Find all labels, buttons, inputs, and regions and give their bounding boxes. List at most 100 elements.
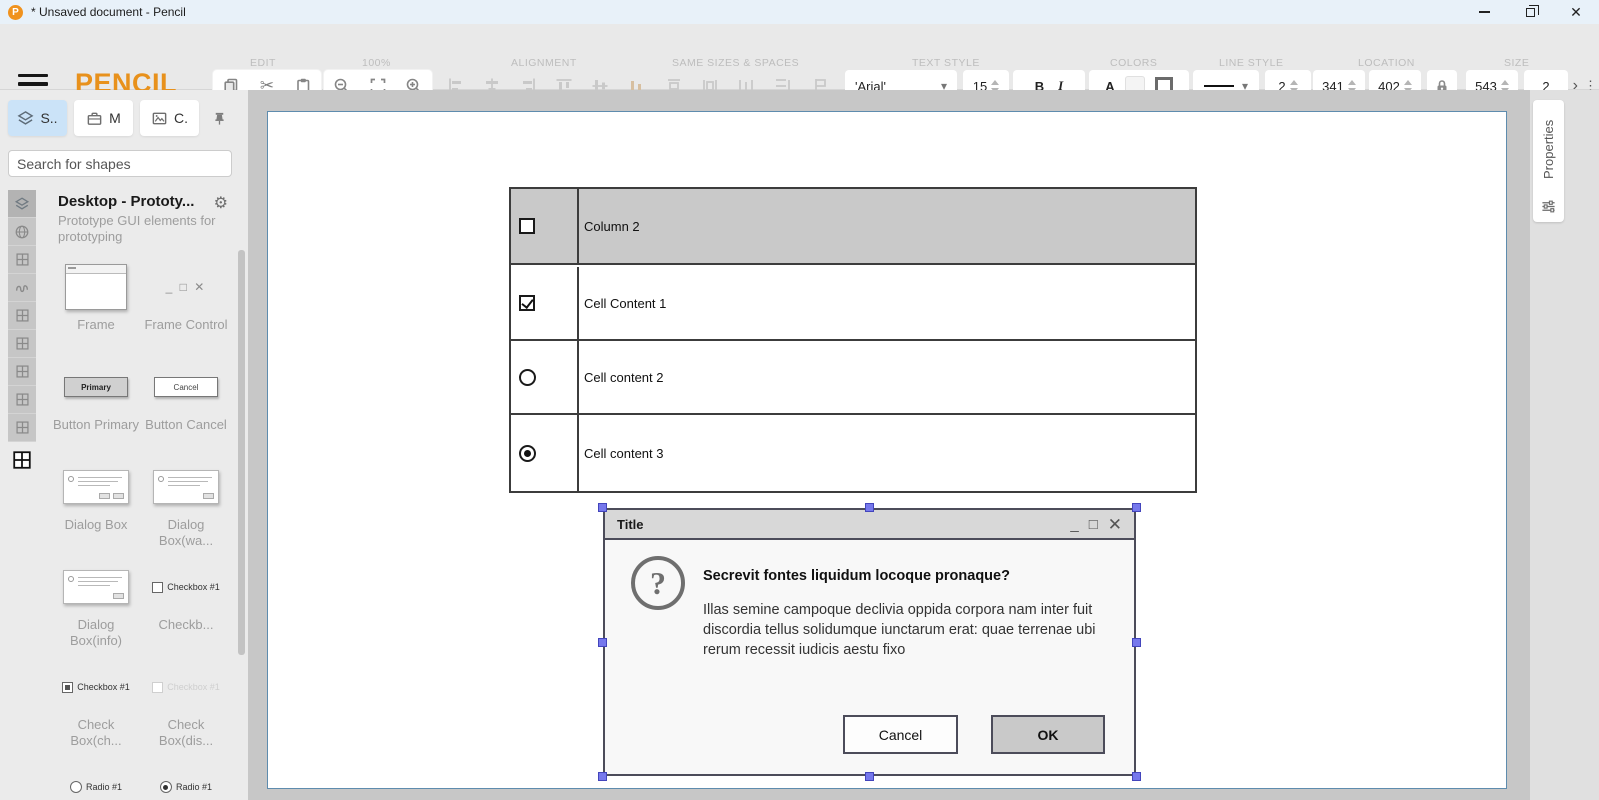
shape-button-primary[interactable]: Primary Button Primary <box>52 353 140 453</box>
shape-label: Check Box(dis... <box>142 717 230 749</box>
table-row[interactable]: Cell content 3 <box>511 415 1195 491</box>
button-primary-thumbnail: Primary <box>64 377 128 397</box>
pencil-logo-icon: P <box>8 5 23 20</box>
selection-handle-sw[interactable] <box>598 772 607 781</box>
tab-clipart[interactable]: C. <box>140 100 199 136</box>
row-radio-checked[interactable] <box>519 445 536 462</box>
shape-label: Frame Control <box>144 317 227 333</box>
minimize-button[interactable] <box>1461 0 1507 24</box>
layers-icon <box>14 196 30 212</box>
sidebar-scrollbar[interactable] <box>238 250 245 655</box>
collection-gui-5[interactable] <box>8 386 36 414</box>
dialog-box-info-thumbnail <box>63 570 129 604</box>
collection-desktop-prototype[interactable] <box>8 446 36 474</box>
grid-icon <box>15 308 30 323</box>
shape-dialog-box-info[interactable]: Dialog Box(info) <box>52 553 140 653</box>
dialog-title: Title <box>617 517 644 532</box>
properties-tab[interactable]: Properties <box>1533 100 1564 222</box>
dialog-titlebar[interactable]: Title _ □ ✕ <box>605 510 1134 540</box>
shape-label: Button Primary <box>53 417 139 433</box>
collection-gui-1[interactable] <box>8 246 36 274</box>
dialog-close-icon: ✕ <box>1108 516 1122 533</box>
dialog-maximize-icon: □ <box>1089 517 1098 532</box>
close-icon: ✕ <box>1570 5 1582 19</box>
shape-label: Dialog Box(wa... <box>142 517 230 549</box>
tab-my-stuff[interactable]: M <box>74 100 133 136</box>
shape-label: Check Box(ch... <box>52 717 140 749</box>
canvas-area[interactable]: Column 2 Cell Content 1 Cell content 2 C… <box>248 90 1530 800</box>
shape-label: Button Cancel <box>145 417 227 433</box>
tab-shapes-label: S.. <box>40 110 57 126</box>
table-row[interactable]: Cell Content 1 <box>511 267 1195 341</box>
header-checkbox[interactable] <box>519 218 535 234</box>
window-title: * Unsaved document - Pencil <box>31 5 186 19</box>
shape-radio[interactable]: Radio #1 <box>52 753 140 800</box>
line-style-sample <box>1204 85 1234 88</box>
shape-checkbox[interactable]: Checkbox #1 Checkb... <box>142 553 230 653</box>
grid-icon <box>12 450 32 470</box>
section-label-same-sizes: SAME SIZES & SPACES <box>672 57 799 69</box>
collection-web-elements[interactable] <box>8 218 36 246</box>
row-radio-unchecked[interactable] <box>519 369 536 386</box>
section-label-zoom: 100% <box>362 57 391 69</box>
dialog-box-warning-thumbnail <box>153 470 219 504</box>
collection-sketchy[interactable] <box>8 274 36 302</box>
dialog-box-thumbnail <box>63 470 129 504</box>
checkbox-checked-thumbnail: Checkbox #1 <box>62 682 130 693</box>
collection-gui-2[interactable] <box>8 302 36 330</box>
table-header-col2: Column 2 <box>584 219 640 234</box>
selection-handle-n[interactable] <box>865 503 874 512</box>
table-row[interactable]: Cell content 2 <box>511 341 1195 415</box>
shape-label: Frame <box>77 317 115 333</box>
shape-radio-selected[interactable]: Radio #1 <box>142 753 230 800</box>
selection-handle-ne[interactable] <box>1132 503 1141 512</box>
wireframe-table[interactable]: Column 2 Cell Content 1 Cell content 2 C… <box>509 187 1197 493</box>
tab-shapes[interactable]: S.. <box>8 100 67 136</box>
canvas-page[interactable]: Column 2 Cell Content 1 Cell content 2 C… <box>267 111 1507 789</box>
shape-label: Checkb... <box>159 617 214 633</box>
selection-handle-w[interactable] <box>598 638 607 647</box>
dialog-cancel-button[interactable]: Cancel <box>843 715 958 754</box>
shape-dialog-box[interactable]: Dialog Box <box>52 453 140 553</box>
section-label-line-style: LINE STYLE <box>1219 57 1284 69</box>
cell-text: Cell Content 1 <box>584 296 666 311</box>
shape-checkbox-disabled[interactable]: Checkbox #1 Check Box(dis... <box>142 653 230 753</box>
pin-icon <box>212 111 227 126</box>
restore-button[interactable] <box>1507 0 1553 24</box>
wireframe-dialog[interactable]: Title _ □ ✕ ? Secrevit fontes liquidum l… <box>603 508 1136 776</box>
briefcase-icon <box>86 110 103 127</box>
shapes-sidebar: S.. M C. Desktop - Prototy... ⚙ Prototyp… <box>0 90 248 800</box>
selection-handle-nw[interactable] <box>598 503 607 512</box>
collection-gui-4[interactable] <box>8 358 36 386</box>
pin-sidebar-button[interactable] <box>206 100 232 136</box>
row-checkbox-checked[interactable] <box>519 295 535 311</box>
dialog-ok-button[interactable]: OK <box>991 715 1105 754</box>
grid-icon <box>15 336 30 351</box>
shape-checkbox-checked[interactable]: Checkbox #1 Check Box(ch... <box>52 653 140 753</box>
search-input[interactable] <box>8 150 232 177</box>
shape-label: Dialog Box <box>65 517 128 533</box>
shape-frame-control[interactable]: _ □ ✕ Frame Control <box>142 253 230 353</box>
collection-gui-3[interactable] <box>8 330 36 358</box>
selection-handle-e[interactable] <box>1132 638 1141 647</box>
grid-icon <box>15 364 30 379</box>
gear-icon[interactable]: ⚙ <box>214 193 228 213</box>
button-cancel-thumbnail: Cancel <box>154 377 218 397</box>
shape-frame[interactable]: Frame <box>52 253 140 353</box>
selection-handle-se[interactable] <box>1132 772 1141 781</box>
dialog-heading: Secrevit fontes liquidum locoque pronaqu… <box>703 568 1010 584</box>
close-button[interactable]: ✕ <box>1553 0 1599 24</box>
collection-common-shapes[interactable] <box>8 190 36 218</box>
sliders-icon <box>1541 199 1556 214</box>
collection-title: Desktop - Prototy... <box>58 193 210 210</box>
selection-handle-s[interactable] <box>865 772 874 781</box>
shape-dialog-box-warning[interactable]: Dialog Box(wa... <box>142 453 230 553</box>
table-header-row[interactable]: Column 2 <box>511 189 1195 265</box>
radio-thumbnail: Radio #1 <box>70 781 122 793</box>
restore-icon <box>1526 8 1535 17</box>
collection-gui-6[interactable] <box>8 414 36 442</box>
shape-button-cancel[interactable]: Cancel Button Cancel <box>142 353 230 453</box>
radio-selected-thumbnail: Radio #1 <box>160 781 212 793</box>
collection-icon-strip <box>8 190 36 474</box>
right-dock: Properties <box>1530 90 1599 800</box>
